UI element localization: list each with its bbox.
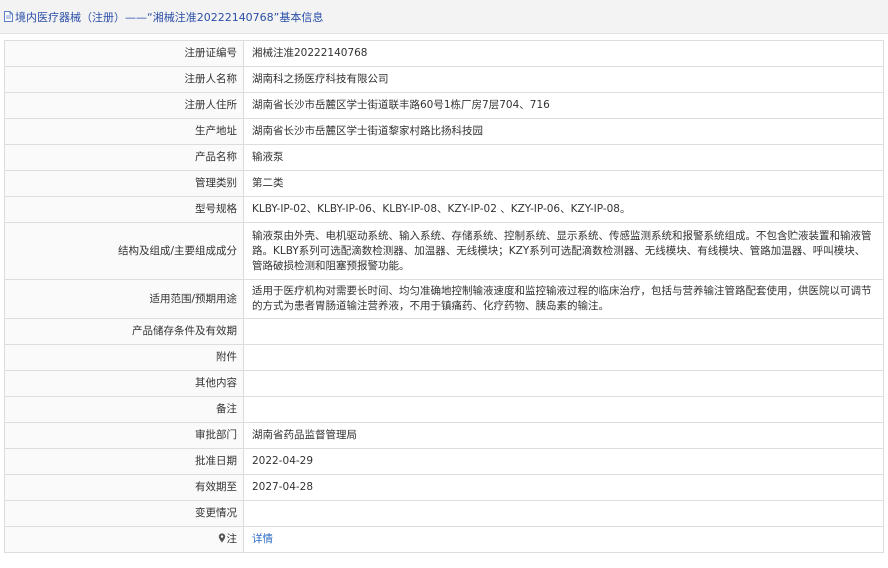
row-label: 适用范围/预期用途 — [4, 279, 244, 319]
row-value: 第二类 — [243, 170, 884, 197]
row-value — [243, 370, 884, 397]
row-value — [243, 344, 884, 371]
table-row: 生产地址 湖南省长沙市岳麓区学士街道黎家村路比扬科技园 — [4, 118, 884, 145]
table-row: 产品储存条件及有效期 — [4, 318, 884, 345]
row-value: 湖南省长沙市岳麓区学士街道黎家村路比扬科技园 — [243, 118, 884, 145]
row-label: 批准日期 — [4, 448, 244, 475]
table-row: 备注 — [4, 396, 884, 423]
table-row: 有效期至 2027-04-28 — [4, 474, 884, 501]
row-value: 2027-04-28 — [243, 474, 884, 501]
row-label: 生产地址 — [4, 118, 244, 145]
row-value — [243, 500, 884, 527]
row-label: 注册证编号 — [4, 40, 244, 67]
row-label: 备注 — [4, 396, 244, 423]
row-value: 湖南省药品监督管理局 — [243, 422, 884, 449]
row-label: 产品储存条件及有效期 — [4, 318, 244, 345]
row-value: 2022-04-29 — [243, 448, 884, 475]
row-value: 输液泵由外壳、电机驱动系统、输入系统、存储系统、控制系统、显示系统、传感监测系统… — [243, 222, 884, 280]
row-label: 附件 — [4, 344, 244, 371]
table-row: 型号规格 KLBY-IP-02、KLBY-IP-06、KLBY-IP-08、KZ… — [4, 196, 884, 223]
table-row: 结构及组成/主要组成成分 输液泵由外壳、电机驱动系统、输入系统、存储系统、控制系… — [4, 222, 884, 280]
row-label: 产品名称 — [4, 144, 244, 171]
pin-icon — [218, 533, 226, 543]
note-label: 注 — [4, 526, 244, 553]
row-value: 湘械注准20222140768 — [243, 40, 884, 67]
table-row: 适用范围/预期用途 适用于医疗机构对需要长时间、均匀准确地控制输液速度和监控输液… — [4, 279, 884, 319]
table-row: 管理类别 第二类 — [4, 170, 884, 197]
row-label: 管理类别 — [4, 170, 244, 197]
note-row: 注 详情 — [4, 526, 884, 553]
note-value: 详情 — [243, 526, 884, 553]
row-value: KLBY-IP-02、KLBY-IP-06、KLBY-IP-08、KZY-IP-… — [243, 196, 884, 223]
note-label-text: 注 — [226, 533, 238, 545]
table-row: 审批部门 湖南省药品监督管理局 — [4, 422, 884, 449]
table-row: 变更情况 — [4, 500, 884, 527]
row-label: 注册人住所 — [4, 92, 244, 119]
table-row: 注册人名称 湖南科之扬医疗科技有限公司 — [4, 66, 884, 93]
page-header: 境内医疗器械（注册）——“湘械注准20222140768”基本信息 — [0, 0, 888, 34]
row-label: 审批部门 — [4, 422, 244, 449]
row-value — [243, 396, 884, 423]
row-label: 其他内容 — [4, 370, 244, 397]
row-value: 输液泵 — [243, 144, 884, 171]
page-title: 境内医疗器械（注册）——“湘械注准20222140768”基本信息 — [15, 10, 324, 24]
row-label: 注册人名称 — [4, 66, 244, 93]
info-table: 注册证编号 湘械注准20222140768 注册人名称 湖南科之扬医疗科技有限公… — [4, 40, 884, 553]
row-value: 湖南科之扬医疗科技有限公司 — [243, 66, 884, 93]
table-row: 产品名称 输液泵 — [4, 144, 884, 171]
document-icon — [4, 11, 13, 22]
row-value — [243, 318, 884, 345]
table-row: 批准日期 2022-04-29 — [4, 448, 884, 475]
row-label: 有效期至 — [4, 474, 244, 501]
row-value: 湖南省长沙市岳麓区学士街道联丰路60号1栋厂房7层704、716 — [243, 92, 884, 119]
row-label: 型号规格 — [4, 196, 244, 223]
table-row: 其他内容 — [4, 370, 884, 397]
table-row: 附件 — [4, 344, 884, 371]
details-link[interactable]: 详情 — [252, 533, 273, 545]
table-row: 注册证编号 湘械注准20222140768 — [4, 40, 884, 67]
row-label: 变更情况 — [4, 500, 244, 527]
table-row: 注册人住所 湖南省长沙市岳麓区学士街道联丰路60号1栋厂房7层704、716 — [4, 92, 884, 119]
row-value: 适用于医疗机构对需要长时间、均匀准确地控制输液速度和监控输液过程的临床治疗，包括… — [243, 279, 884, 319]
row-label: 结构及组成/主要组成成分 — [4, 222, 244, 280]
